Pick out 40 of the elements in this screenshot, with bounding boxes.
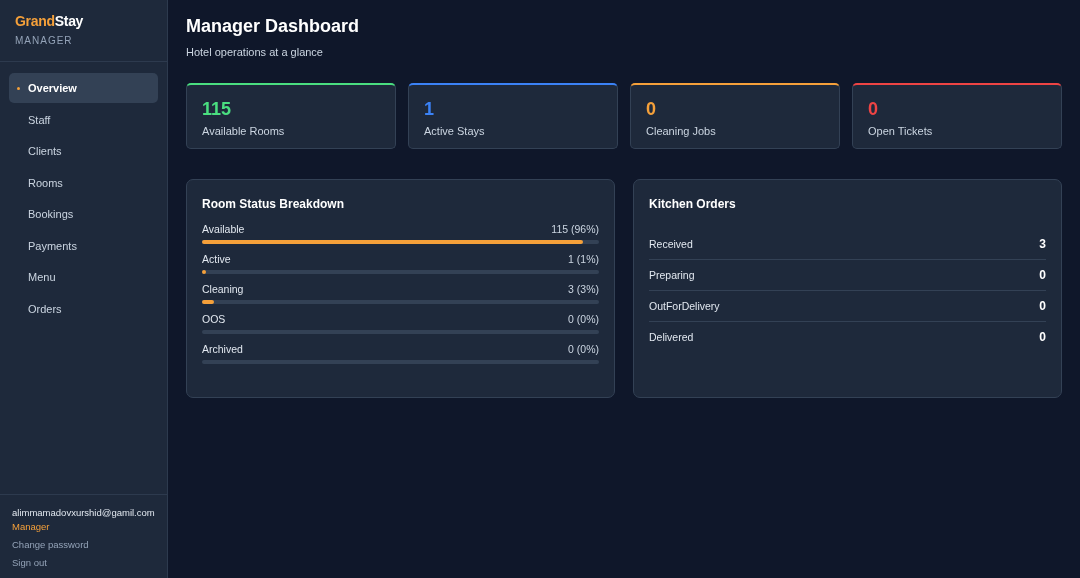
panel-title: Kitchen Orders [649, 197, 737, 211]
nav-item[interactable]: Rooms [9, 167, 158, 198]
order-count: 0 [1039, 268, 1046, 282]
page-title: Manager Dashboard [186, 16, 360, 37]
status-label: Available [202, 223, 245, 235]
account-link[interactable]: Change password [12, 539, 89, 550]
stat-card: 0 Cleaning Jobs [630, 83, 840, 149]
status-reading: 3 (3%) [568, 283, 599, 295]
order-count: 0 [1039, 299, 1046, 313]
status-label: Archived [202, 343, 243, 355]
role-caption: MANAGER [15, 35, 73, 46]
stat-card: 1 Active Stays [408, 83, 618, 149]
order-status: Delivered [649, 331, 694, 343]
nav-item[interactable]: Menu [9, 262, 158, 292]
logo: GrandStay [15, 13, 84, 29]
status-label: Active [202, 253, 231, 265]
order-status: Preparing [649, 269, 695, 281]
nav-item[interactable]: Payments [9, 230, 158, 261]
status-reading: 115 (96%) [551, 223, 599, 235]
nav-item[interactable]: Overview [9, 73, 158, 103]
nav-item[interactable]: Bookings [9, 199, 158, 229]
order-count: 3 [1039, 237, 1046, 251]
order-count: 0 [1039, 330, 1046, 344]
status-reading: 0 (0%) [568, 343, 599, 355]
user-role: Manager [12, 521, 50, 532]
status-reading: 1 (1%) [568, 253, 599, 265]
nav-item[interactable]: Clients [9, 136, 158, 166]
status-label: OOS [202, 313, 226, 325]
status-reading: 0 (0%) [568, 313, 599, 325]
nav-item[interactable]: Orders [9, 293, 158, 324]
status-label: Cleaning [202, 283, 244, 295]
panel-title: Room Status Breakdown [202, 197, 346, 211]
stat-card: 115 Available Rooms [186, 83, 396, 149]
nav-item[interactable]: Staff [9, 104, 158, 135]
stat-card: 0 Open Tickets [852, 83, 1062, 149]
account-link[interactable]: Sign out [12, 557, 47, 568]
user-email: alimmamadovxurshid@gamil.com [12, 507, 155, 518]
page-subtitle: Hotel operations at a glance [186, 46, 324, 58]
order-status: Received [649, 238, 693, 250]
order-status: OutForDelivery [649, 300, 720, 312]
